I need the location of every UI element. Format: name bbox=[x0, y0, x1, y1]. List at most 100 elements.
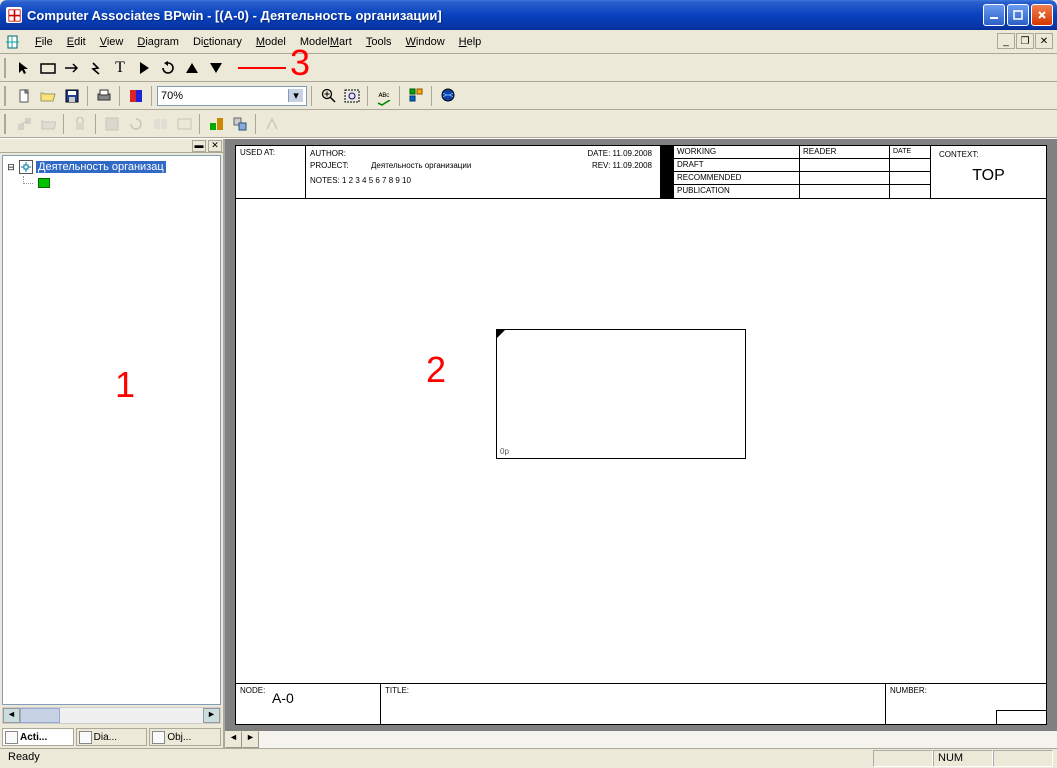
mm-refresh-icon bbox=[125, 113, 147, 135]
model-tree[interactable]: ⊟ Деятельность организац bbox=[2, 155, 221, 705]
model-browser-icon[interactable] bbox=[437, 85, 459, 107]
tab-objects[interactable]: Obj... bbox=[149, 728, 221, 746]
mm-lock-icon bbox=[69, 113, 91, 135]
title-label: TITLE: bbox=[385, 686, 409, 695]
status-pane-3 bbox=[993, 750, 1053, 767]
tree-hscrollbar[interactable]: ◄ ► bbox=[2, 707, 221, 724]
project-value: Деятельность организации bbox=[371, 160, 471, 172]
status-ready: Ready bbox=[4, 750, 44, 767]
arrow-tool-icon[interactable] bbox=[61, 57, 83, 79]
window-title: Computer Associates BPwin - [(A-0) - Дея… bbox=[27, 8, 983, 23]
menu-edit[interactable]: Edit bbox=[60, 34, 93, 50]
activity-box-0[interactable]: 0р bbox=[496, 329, 746, 459]
mm-library-icon[interactable] bbox=[205, 113, 227, 135]
toolbar-grip[interactable] bbox=[4, 58, 8, 78]
canvas-nav-bar: ◄ ► bbox=[225, 731, 1057, 748]
menu-dictionary[interactable]: Dictionary bbox=[186, 34, 249, 50]
replay-tool-icon[interactable] bbox=[157, 57, 179, 79]
tree-collapse-icon[interactable]: ⊟ bbox=[6, 162, 16, 173]
zoom-in-icon[interactable] bbox=[317, 85, 339, 107]
open-file-icon[interactable] bbox=[37, 85, 59, 107]
mm-open-icon bbox=[37, 113, 59, 135]
print-icon[interactable] bbox=[93, 85, 115, 107]
tree-root-label: Деятельность организац bbox=[36, 161, 166, 173]
context-value: TOP bbox=[935, 167, 1042, 185]
zoom-fit-icon[interactable] bbox=[341, 85, 363, 107]
window-titlebar: Computer Associates BPwin - [(A-0) - Дея… bbox=[0, 0, 1057, 30]
mm-submit-icon bbox=[261, 113, 283, 135]
diagram-canvas[interactable]: 0р 2 bbox=[236, 199, 1046, 683]
project-label: PROJECT: bbox=[310, 160, 365, 172]
report-icon[interactable] bbox=[125, 85, 147, 107]
rev-value: 11.09.2008 bbox=[613, 161, 652, 170]
status-recommended: RECOMMENDED bbox=[674, 172, 800, 185]
up-triangle-icon[interactable] bbox=[181, 57, 203, 79]
scroll-left-icon[interactable]: ◄ bbox=[3, 708, 20, 723]
zoom-value: 70% bbox=[161, 90, 183, 102]
activity-id: 0р bbox=[500, 447, 509, 456]
text-tool-icon[interactable]: T bbox=[109, 57, 131, 79]
spellcheck-icon[interactable]: ᴬᴮᶜ bbox=[373, 85, 395, 107]
toolbar-grip-2[interactable] bbox=[4, 86, 8, 106]
mdi-restore-button[interactable]: ❐ bbox=[1016, 33, 1034, 49]
activity-box-tool-icon[interactable] bbox=[37, 57, 59, 79]
scroll-thumb[interactable] bbox=[20, 708, 60, 723]
scroll-right-icon[interactable]: ► bbox=[203, 708, 220, 723]
menu-help[interactable]: Help bbox=[452, 34, 489, 50]
tree-child-item[interactable] bbox=[3, 175, 220, 191]
diagram-canvas-area: USED AT: AUTHOR: DATE: 11.09.2008 PROJEC… bbox=[225, 139, 1057, 748]
menu-model[interactable]: Model bbox=[249, 34, 293, 50]
header-used-at: USED AT: bbox=[236, 146, 306, 198]
mm-save-icon bbox=[101, 113, 123, 135]
canvas-nav-left-icon[interactable]: ◄ bbox=[225, 731, 242, 748]
status-num: NUM bbox=[933, 750, 993, 767]
mm-diff-icon bbox=[173, 113, 195, 135]
mdi-close-button[interactable]: ✕ bbox=[1035, 33, 1053, 49]
app-icon bbox=[6, 7, 22, 23]
down-triangle-icon[interactable] bbox=[205, 57, 227, 79]
notes-row: NOTES: 1 2 3 4 5 6 7 8 9 10 bbox=[310, 176, 656, 185]
status-marker bbox=[661, 146, 674, 198]
mdi-minimize-button[interactable]: _ bbox=[997, 33, 1015, 49]
dropdown-arrow-icon[interactable]: ▾ bbox=[288, 89, 303, 102]
panel-float-icon[interactable]: ▬ bbox=[192, 140, 206, 152]
status-draft: DRAFT bbox=[674, 159, 800, 172]
mm-version-icon[interactable] bbox=[229, 113, 251, 135]
toolbar-standard: 70% ▾ ᴬᴮᶜ bbox=[0, 82, 1057, 110]
idef0-sheet[interactable]: USED AT: AUTHOR: DATE: 11.09.2008 PROJEC… bbox=[235, 145, 1047, 725]
squiggle-tool-icon[interactable] bbox=[85, 57, 107, 79]
window-maximize-button[interactable] bbox=[1007, 4, 1029, 26]
rev-label: REV: bbox=[592, 161, 610, 170]
explorer-tabs: Acti... Dia... Obj... bbox=[0, 726, 223, 748]
new-file-icon[interactable] bbox=[13, 85, 35, 107]
panel-close-icon[interactable]: ✕ bbox=[208, 140, 222, 152]
window-close-button[interactable] bbox=[1031, 4, 1053, 26]
number-label: NUMBER: bbox=[890, 686, 927, 695]
tree-root-item[interactable]: ⊟ Деятельность организац bbox=[3, 159, 220, 175]
explorer-icon[interactable] bbox=[405, 85, 427, 107]
context-diagram-icon bbox=[19, 160, 33, 174]
model-explorer-panel: ▬ ✕ ⊟ Деятельность организац ◄ ► Acti...… bbox=[0, 139, 225, 748]
tab-diagrams[interactable]: Dia... bbox=[76, 728, 148, 746]
menu-view[interactable]: View bbox=[93, 34, 131, 50]
date-label: DATE: bbox=[587, 149, 610, 158]
zoom-select[interactable]: 70% ▾ bbox=[157, 86, 307, 106]
pointer-tool-icon[interactable] bbox=[13, 57, 35, 79]
menubar: File Edit View Diagram Dictionary Model … bbox=[0, 30, 1057, 54]
play-tool-icon[interactable] bbox=[133, 57, 155, 79]
mdi-doc-icon[interactable] bbox=[4, 34, 20, 50]
toolbar-modelmart bbox=[0, 110, 1057, 138]
menu-tools[interactable]: Tools bbox=[359, 34, 399, 50]
save-file-icon[interactable] bbox=[61, 85, 83, 107]
canvas-nav-right-icon[interactable]: ► bbox=[242, 731, 259, 748]
menu-file[interactable]: File bbox=[28, 34, 60, 50]
menu-modelmart[interactable]: ModelMart bbox=[293, 34, 359, 50]
toolbar-grip-3[interactable] bbox=[4, 114, 8, 134]
status-reader: READER bbox=[800, 146, 890, 159]
status-pane-1 bbox=[873, 750, 933, 767]
activity-icon bbox=[38, 178, 50, 188]
window-minimize-button[interactable] bbox=[983, 4, 1005, 26]
menu-window[interactable]: Window bbox=[399, 34, 452, 50]
tab-activities[interactable]: Acti... bbox=[2, 728, 74, 746]
menu-diagram[interactable]: Diagram bbox=[130, 34, 186, 50]
